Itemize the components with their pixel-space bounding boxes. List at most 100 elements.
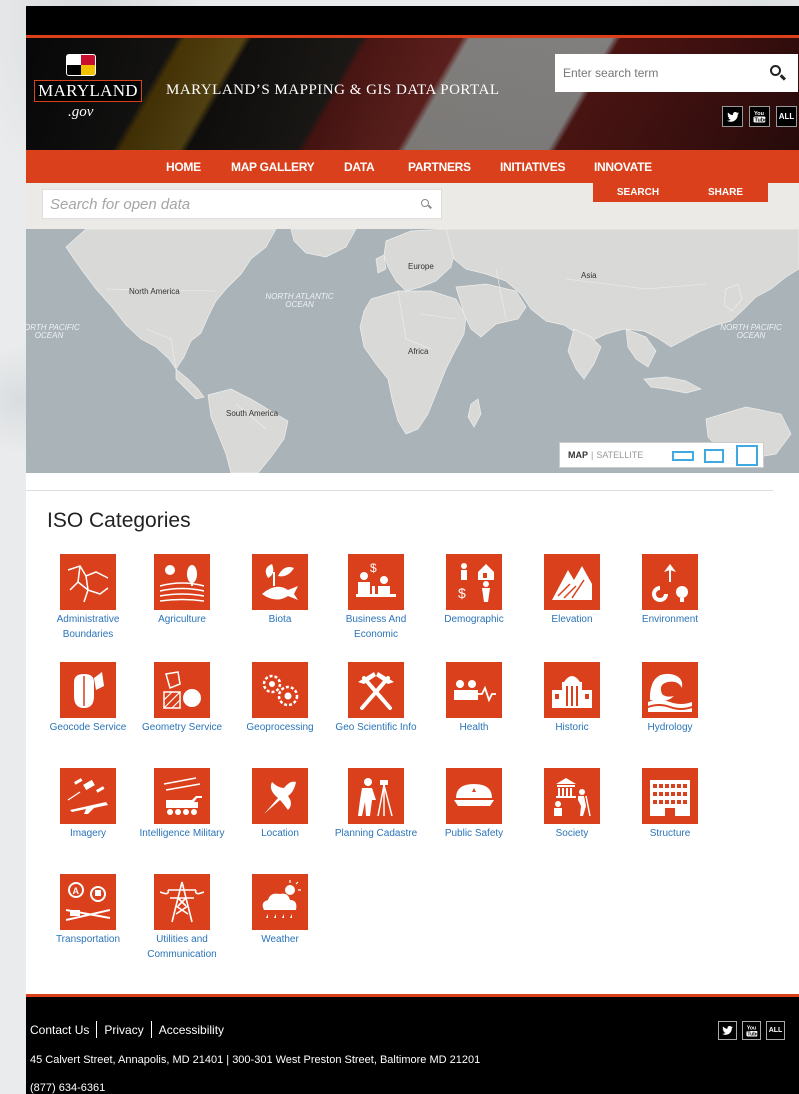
category-imagery[interactable]: Imagery — [40, 768, 136, 841]
nav-data[interactable]: DATA — [344, 160, 375, 174]
category-location[interactable]: Location — [232, 768, 328, 841]
search-icon — [770, 65, 781, 76]
category-label: Intelligence Military — [139, 828, 225, 839]
twitter-icon[interactable] — [722, 106, 743, 127]
biota-icon — [252, 554, 308, 610]
top-bar — [26, 6, 799, 35]
weather-icon — [252, 874, 308, 930]
footer-separator — [96, 1021, 98, 1038]
header-search-input[interactable] — [555, 54, 758, 92]
category-agriculture[interactable]: Agriculture — [134, 554, 230, 627]
logo-wordmark: MARYLAND — [34, 80, 142, 102]
header-search — [555, 54, 798, 92]
category-label: Public Safety — [444, 828, 504, 839]
category-label: Location — [261, 828, 299, 839]
category-society[interactable]: Society — [524, 768, 620, 841]
nav-innovate[interactable]: INNOVATE — [594, 160, 652, 174]
category-label: Imagery — [69, 828, 107, 839]
category-geometry-service[interactable]: Geometry Service — [134, 662, 230, 735]
category-business[interactable]: $ Business And Economic — [328, 554, 424, 642]
privacy-link[interactable]: Privacy — [104, 1023, 143, 1037]
category-administrative-boundaries[interactable]: Administrative Boundaries — [40, 554, 136, 642]
category-geo-scientific-info[interactable]: Geo Scientific Info — [328, 662, 424, 735]
all-social-link[interactable]: ALL — [776, 106, 797, 127]
public-safety-icon — [446, 768, 502, 824]
category-intelligence-military[interactable]: Intelligence Military — [134, 768, 230, 841]
environment-icon — [642, 554, 698, 610]
main-nav: HOME MAP GALLERY DATA PARTNERS INITIATIV… — [26, 150, 799, 183]
map-label-north-pacific-right: NORTH PACIFIC OCEAN — [720, 323, 782, 340]
category-label: Demographic — [444, 614, 504, 625]
footer-separator — [150, 1021, 152, 1038]
site-header: MARYLAND .gov MARYLAND’S MAPPING & GIS D… — [26, 35, 799, 150]
category-label: Elevation — [551, 614, 593, 625]
society-icon — [544, 768, 600, 824]
layout-small-icon[interactable] — [672, 451, 694, 461]
administrative-boundaries-icon — [60, 554, 116, 610]
tab-share[interactable]: SHARE — [683, 183, 768, 202]
category-biota[interactable]: Biota — [232, 554, 328, 627]
category-geocode-service[interactable]: Geocode Service — [40, 662, 136, 735]
category-label: Weather — [261, 934, 299, 945]
portal-title: MARYLAND’S MAPPING & GIS DATA PORTAL — [166, 82, 500, 98]
search-icon[interactable] — [421, 199, 429, 207]
all-social-link[interactable]: ALL — [766, 1021, 785, 1040]
layout-large-icon[interactable] — [736, 445, 758, 466]
nav-home[interactable]: HOME — [166, 160, 201, 174]
map-label-north-pacific-left: NORTH PACIFIC OCEAN — [26, 323, 80, 340]
category-label: Geo Scientific Info — [335, 722, 417, 733]
category-demographic[interactable]: $ Demographic — [426, 554, 522, 627]
category-label: Geocode Service — [49, 722, 127, 733]
category-weather[interactable]: Weather — [232, 874, 328, 947]
map-mode-button[interactable]: MAP — [568, 450, 588, 460]
world-map[interactable]: North America Europe Asia Africa South A… — [26, 229, 799, 473]
maryland-logo[interactable]: MARYLAND .gov — [32, 52, 142, 132]
category-health[interactable]: Health — [426, 662, 522, 735]
category-label: Geoprocessing — [246, 722, 314, 733]
youtube-icon[interactable]: You Tube — [749, 106, 770, 127]
utilities-icon — [154, 874, 210, 930]
satellite-mode-button[interactable]: SATELLITE — [596, 450, 643, 460]
location-icon — [252, 768, 308, 824]
military-icon — [154, 768, 210, 824]
category-historic[interactable]: Historic — [524, 662, 620, 735]
twitter-icon[interactable] — [718, 1021, 737, 1040]
geoprocessing-icon — [252, 662, 308, 718]
hydrology-icon — [642, 662, 698, 718]
map-label-africa: Africa — [408, 347, 429, 356]
layout-medium-icon[interactable] — [704, 449, 724, 463]
category-elevation[interactable]: Elevation — [524, 554, 620, 627]
map-label-north-america: North America — [129, 287, 180, 296]
category-label: Administrative Boundaries — [56, 614, 120, 640]
map-label-asia: Asia — [581, 271, 597, 280]
tab-search[interactable]: SEARCH — [593, 183, 683, 202]
category-public-safety[interactable]: Public Safety — [426, 768, 522, 841]
category-structure[interactable]: Structure — [622, 768, 718, 841]
map-label-south-america: South America — [226, 409, 279, 418]
category-label: Biota — [268, 614, 292, 625]
category-planning-cadastre[interactable]: Planning Cadastre — [328, 768, 424, 841]
nav-partners[interactable]: PARTNERS — [408, 160, 471, 174]
svg-text:$: $ — [370, 561, 377, 575]
page: MARYLAND .gov MARYLAND’S MAPPING & GIS D… — [26, 6, 799, 1094]
nav-initiatives[interactable]: INITIATIVES — [500, 160, 565, 174]
youtube-icon[interactable]: You Tube — [742, 1021, 761, 1040]
header-search-button[interactable] — [758, 54, 798, 92]
category-utilities-communication[interactable]: Utilities and Communication — [134, 874, 230, 962]
site-footer: Contact Us Privacy Accessibility 45 Calv… — [26, 994, 799, 1094]
category-geoprocessing[interactable]: Geoprocessing — [232, 662, 328, 735]
category-label: Structure — [649, 828, 691, 839]
footer-phone: (877) 634-6361 — [30, 1082, 106, 1094]
nav-map-gallery[interactable]: MAP GALLERY — [231, 160, 315, 174]
map-type-toggle: MAP | SATELLITE — [559, 442, 764, 468]
contact-us-link[interactable]: Contact Us — [30, 1023, 89, 1037]
accessibility-link[interactable]: Accessibility — [159, 1023, 224, 1037]
category-environment[interactable]: Environment — [622, 554, 718, 627]
open-data-search-input[interactable] — [43, 190, 403, 218]
demographic-icon: $ — [446, 554, 502, 610]
header-social-links: You Tube ALL — [722, 106, 797, 127]
map-panel: SEARCH SHARE — [26, 183, 799, 473]
category-hydrology[interactable]: Hydrology — [622, 662, 718, 735]
category-transportation[interactable]: A Transportation — [40, 874, 136, 947]
category-label: Planning Cadastre — [334, 828, 418, 839]
